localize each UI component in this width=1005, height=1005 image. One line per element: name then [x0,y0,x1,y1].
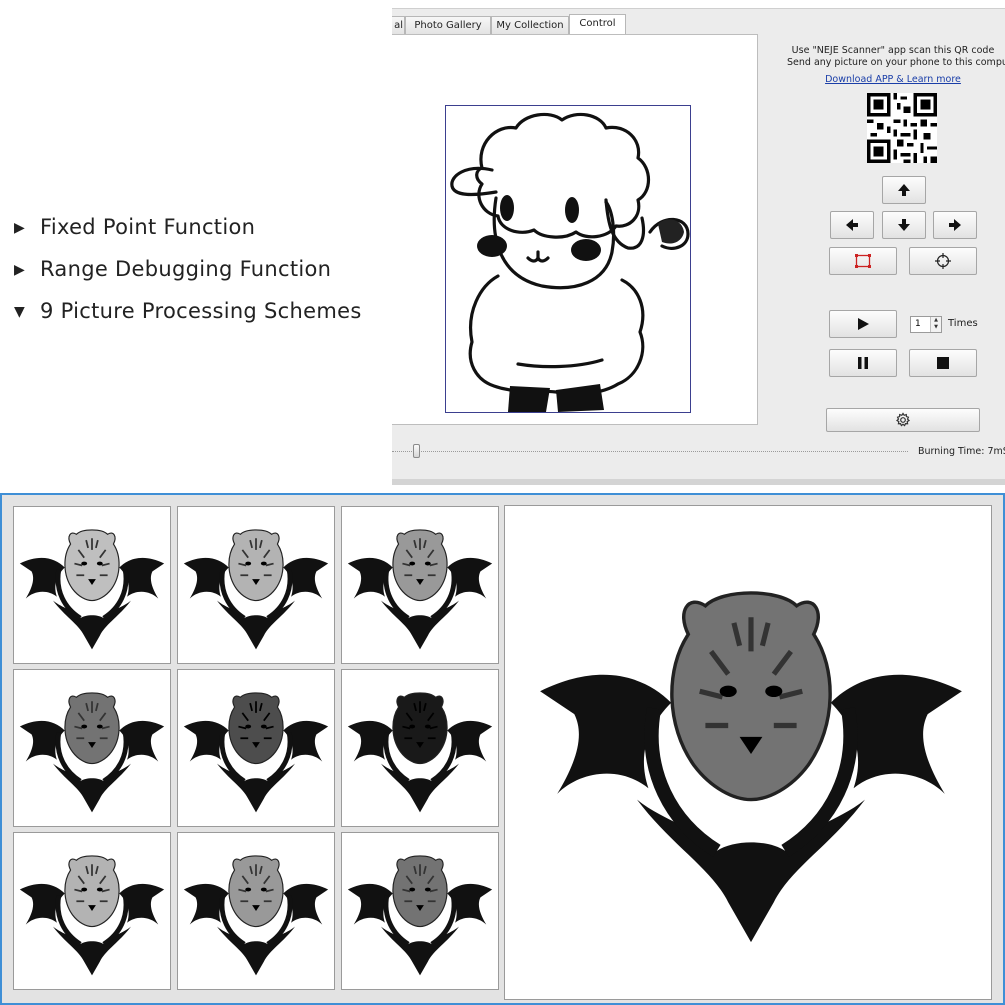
processing-scheme-thumbnail[interactable] [341,506,499,664]
frame-preview-icon [855,254,871,268]
processing-scheme-thumbnail[interactable] [341,832,499,990]
download-app-link[interactable]: Download APP & Learn more [787,74,999,85]
feature-range-debugging: ▶ Range Debugging Function [14,257,331,281]
play-icon [858,318,869,330]
tiger-thumbnail-image [183,529,329,650]
tiger-thumbnail-image [183,692,329,813]
qr-instruction-line2: Send any picture on your phone to this c… [787,57,1005,68]
times-value[interactable]: 1 [915,319,921,329]
feature-picture-processing: ▼ 9 Picture Processing Schemes [14,299,362,323]
stepper-down-icon[interactable]: ▼ [931,324,941,331]
tiger-thumbnail-image [19,692,165,813]
stepper-arrows[interactable]: ▲ ▼ [930,317,941,332]
qr-instruction-line1: Use "NEJE Scanner" app scan this QR code [791,45,995,56]
engrave-range-frame[interactable] [445,105,691,413]
work-area-canvas[interactable] [392,34,758,425]
processing-schemes-panel [0,493,1005,1005]
arrow-up-icon [898,184,910,196]
bullet-arrow-icon: ▶ [14,220,26,236]
times-stepper[interactable]: 1 ▲ ▼ [910,316,942,333]
tab-control[interactable]: Control [569,14,626,36]
tiger-thumbnail-image [347,529,493,650]
tab-photo-gallery[interactable]: Photo Gallery [405,16,491,34]
feature-fixed-point: ▶ Fixed Point Function [14,215,255,239]
burning-time-slider-thumb[interactable] [413,444,420,458]
processing-scheme-thumbnail[interactable] [341,669,499,827]
selected-preview [504,505,992,1000]
times-label: Times [948,318,978,329]
stop-button[interactable] [909,349,977,377]
bullet-arrow-icon: ▶ [14,262,26,278]
window-bottom-edge [392,479,1005,485]
processing-scheme-thumbnail[interactable] [177,832,335,990]
bullet-arrow-down-icon: ▼ [14,304,26,320]
burning-time-slider-track[interactable] [392,451,908,453]
settings-button[interactable] [826,408,980,432]
crosshair-icon [935,253,951,269]
tiger-thumbnail-image [347,855,493,976]
feature-label: Fixed Point Function [40,215,256,239]
tiger-thumbnail-image [347,692,493,813]
arrow-down-icon [898,219,910,231]
product-showcase: ▶ Fixed Point Function ▶ Range Debugging F… [0,0,1005,1005]
arrow-left-icon [846,219,858,231]
tiger-thumbnail-image [183,855,329,976]
processing-scheme-thumbnail[interactable] [13,506,171,664]
feature-label: Range Debugging Function [40,257,332,281]
pause-icon [858,357,868,369]
fixed-point-button[interactable] [909,247,977,275]
start-engrave-button[interactable] [829,310,897,338]
pause-button[interactable] [829,349,897,377]
tab-partial[interactable]: al [392,16,405,34]
stop-icon [937,357,949,369]
gear-icon [896,412,910,427]
qr-code-icon [867,93,937,163]
move-left-button[interactable] [830,211,874,239]
processing-scheme-thumbnail[interactable] [177,669,335,827]
tiger-tribal-image [540,591,962,943]
tiger-thumbnail-image [19,529,165,650]
sheep-image [450,112,690,412]
arrow-right-icon [949,219,961,231]
stepper-up-icon[interactable]: ▲ [931,317,941,324]
tab-my-collection[interactable]: My Collection [491,16,569,34]
processing-scheme-thumbnail[interactable] [13,669,171,827]
feature-label: 9 Picture Processing Schemes [40,299,362,323]
move-right-button[interactable] [933,211,977,239]
move-down-button[interactable] [882,211,926,239]
preview-range-button[interactable] [829,247,897,275]
processing-scheme-thumbnail[interactable] [177,506,335,664]
processing-scheme-thumbnail[interactable] [13,832,171,990]
tiger-thumbnail-image [19,855,165,976]
move-up-button[interactable] [882,176,926,204]
burning-time-label: Burning Time: 7mS [918,446,1005,457]
engraver-app-window: al Photo Gallery My Collection Control U… [392,8,1005,485]
